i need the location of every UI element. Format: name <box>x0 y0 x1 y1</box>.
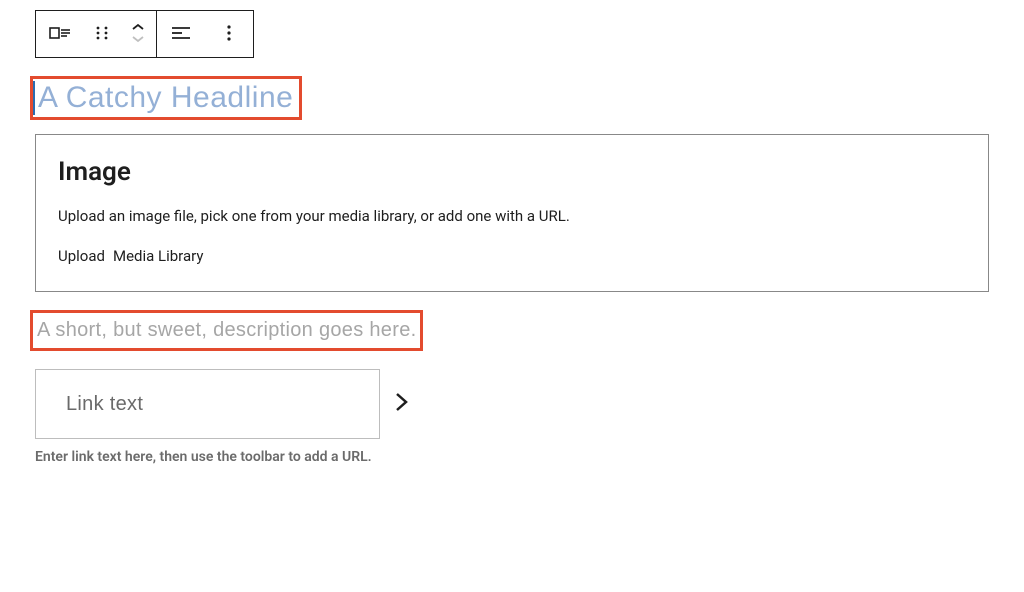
image-block-title: Image <box>58 157 966 187</box>
drag-handle-icon <box>92 23 112 46</box>
link-text-placeholder: Link text <box>66 393 143 416</box>
toolbar-group-align <box>157 11 253 57</box>
align-button[interactable] <box>157 11 205 57</box>
description-input[interactable]: A short, but sweet, description goes her… <box>37 319 416 342</box>
move-up-down-icon <box>129 21 147 48</box>
toolbar-group-block <box>36 11 156 57</box>
image-block-actions: Upload Media Library <box>58 247 966 265</box>
link-text-input[interactable]: Link text <box>35 369 380 439</box>
headline-input[interactable]: A Catchy Headline <box>33 81 293 115</box>
image-placeholder-block: Image Upload an image file, pick one fro… <box>35 134 989 292</box>
move-buttons[interactable] <box>120 11 156 57</box>
link-row: Link text <box>35 369 1004 439</box>
block-toolbar <box>35 10 254 58</box>
link-hint-text: Enter link text here, then use the toolb… <box>35 449 1004 465</box>
drag-handle-button[interactable] <box>84 11 120 57</box>
image-block-description: Upload an image file, pick one from your… <box>58 207 966 225</box>
upload-button[interactable]: Upload <box>58 247 105 265</box>
media-text-icon <box>48 21 72 48</box>
description-highlight: A short, but sweet, description goes her… <box>30 310 423 351</box>
chevron-right-icon <box>392 388 412 420</box>
media-library-button[interactable]: Media Library <box>113 247 203 265</box>
block-type-button[interactable] <box>36 11 84 57</box>
more-options-button[interactable] <box>205 11 253 57</box>
align-left-icon <box>170 22 192 47</box>
headline-highlight: A Catchy Headline <box>30 76 302 120</box>
more-vertical-icon <box>219 23 239 46</box>
